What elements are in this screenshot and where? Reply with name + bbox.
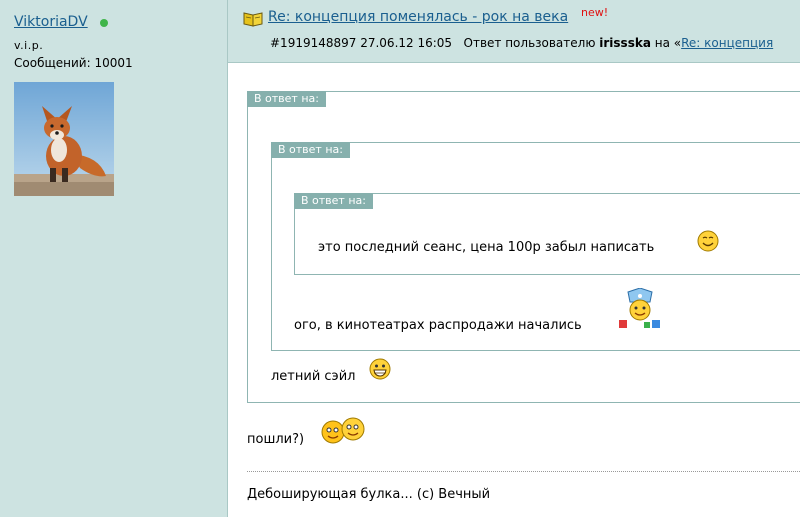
user-status: v.i.p. <box>14 39 44 52</box>
post-header: Re: концепция поменялась - рок на века n… <box>228 0 800 63</box>
fox-avatar-image <box>14 82 114 196</box>
reply-on-text: на « <box>654 36 682 50</box>
quote-label: В ответ на: <box>247 91 326 107</box>
reply-username: irissska <box>599 36 651 50</box>
post-count: Сообщений: 10001 <box>14 56 133 70</box>
quote-label: В ответ на: <box>271 142 350 158</box>
smile-icon <box>697 230 719 256</box>
quote-text-outer: летний сэйл <box>271 369 356 384</box>
signature-text: Дебоширующая булка... (с) Вечный <box>247 487 491 502</box>
reply-prefix: Ответ пользователю <box>463 36 596 50</box>
post-meta: #1919148897 27.06.12 16:05 Ответ пользов… <box>270 36 773 50</box>
avatar[interactable] <box>14 82 114 196</box>
user-sidebar: ViktoriaDV v.i.p. Сообщений: 10001 <box>0 0 228 517</box>
quote-text-middle: ого, в кинотеатрах распродажи начались <box>294 318 582 333</box>
post-id-date: #1919148897 27.06.12 16:05 <box>270 36 453 50</box>
signature-separator <box>247 471 800 472</box>
thread-title-link[interactable]: Re: концепция поменялась - рок на века <box>268 9 568 25</box>
online-status-icon <box>100 19 108 27</box>
quote-label: В ответ на: <box>294 193 373 209</box>
post-reply-text: пошли?) <box>247 432 305 447</box>
quote-text-inner: это последний сеанс, цена 100р забыл нап… <box>318 240 655 255</box>
username-link[interactable]: ViktoriaDV <box>14 14 88 30</box>
book-icon <box>243 11 263 31</box>
snow-maiden-smiley-icon <box>618 287 662 334</box>
grin-icon <box>369 358 391 384</box>
quote-block-inner: В ответ на: <box>294 193 800 275</box>
two-smileys-icon <box>318 414 368 450</box>
new-badge: new! <box>581 6 609 19</box>
reply-target-link[interactable]: Re: концепция <box>681 36 773 50</box>
